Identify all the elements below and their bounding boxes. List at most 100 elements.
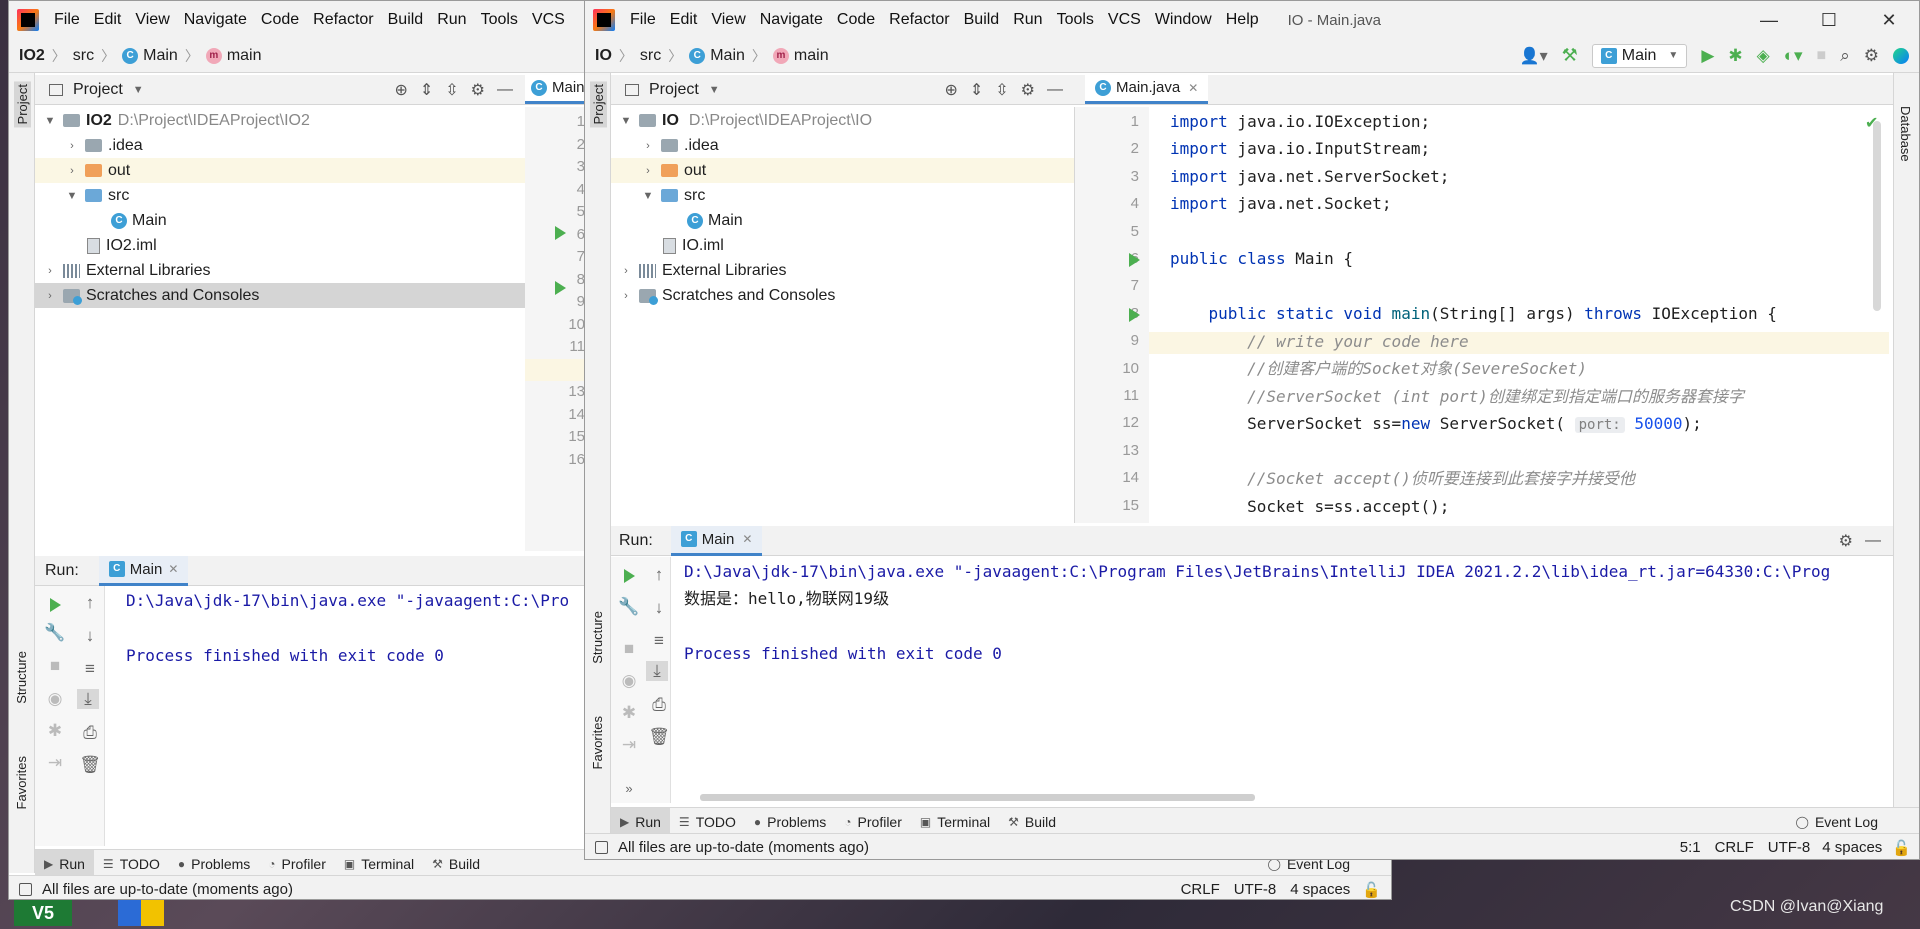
front-side-project[interactable]: Project bbox=[590, 81, 607, 128]
menu-build[interactable]: Build bbox=[957, 1, 1007, 39]
status-encoding[interactable]: UTF-8 bbox=[1234, 881, 1277, 898]
menu-view[interactable]: View bbox=[704, 1, 752, 39]
minimize-icon[interactable]: — bbox=[1047, 81, 1063, 99]
taskbar-shield-icon[interactable] bbox=[118, 900, 164, 926]
taskbar-app-badge[interactable]: V5 bbox=[14, 900, 72, 926]
status-crlf[interactable]: CRLF bbox=[1715, 839, 1754, 856]
menu-view[interactable]: View bbox=[128, 1, 176, 39]
menu-refactor[interactable]: Refactor bbox=[306, 1, 380, 39]
menu-vcs[interactable]: VCS bbox=[525, 1, 572, 39]
console-horizontal-scrollbar[interactable] bbox=[700, 794, 1255, 801]
menu-edit[interactable]: Edit bbox=[663, 1, 705, 39]
tree-src[interactable]: ▼ src bbox=[35, 183, 525, 208]
status-indent[interactable]: 4 spaces bbox=[1290, 881, 1350, 898]
crumb-class[interactable]: C Main bbox=[122, 47, 178, 65]
tree-root[interactable]: ▼ IO D:\Project\IDEAProject\IO bbox=[611, 108, 1074, 133]
down-arrow-icon[interactable]: ↓ bbox=[648, 598, 670, 618]
tree-root[interactable]: ▼ IO2 D:\Project\IDEAProject\IO2 bbox=[35, 108, 525, 133]
chevron-down-icon[interactable]: ▼ bbox=[133, 84, 144, 96]
close-icon[interactable]: ✕ bbox=[742, 532, 752, 546]
menu-file[interactable]: File bbox=[47, 1, 87, 39]
print-icon[interactable]: ⎙ bbox=[79, 723, 101, 743]
coverage-icon[interactable]: ◈ bbox=[1757, 46, 1770, 66]
up-arrow-icon[interactable]: ↑ bbox=[79, 593, 101, 613]
more-icon[interactable]: » bbox=[618, 781, 640, 796]
editor-scrollbar[interactable] bbox=[1873, 121, 1881, 311]
settings-gear-icon[interactable]: ⚙ bbox=[1864, 46, 1879, 66]
stop-icon[interactable]: ■ bbox=[44, 656, 66, 676]
minimize-icon[interactable]: — bbox=[497, 81, 513, 99]
back-side-structure[interactable]: Structure bbox=[14, 651, 29, 704]
code-editor[interactable]: import java.io.IOException; import java.… bbox=[1170, 111, 1885, 523]
tree-iml[interactable]: IO.iml bbox=[611, 233, 1074, 258]
locate-icon[interactable]: ⊕ bbox=[944, 80, 957, 100]
crumb-method[interactable]: m main bbox=[772, 47, 829, 65]
run-config-selector[interactable]: C Main ▼ bbox=[1591, 43, 1688, 68]
back-editor-tab-main[interactable]: C Main bbox=[525, 74, 591, 104]
bottom-tab-profiler[interactable]: ◔ Profiler bbox=[835, 808, 911, 836]
menu-window[interactable]: Window bbox=[1148, 1, 1219, 39]
lock-icon[interactable]: 🔓 bbox=[1892, 839, 1911, 857]
tree-main[interactable]: C Main bbox=[35, 208, 525, 233]
profile-icon[interactable]: ◐▾ bbox=[1784, 46, 1803, 66]
menu-refactor[interactable]: Refactor bbox=[882, 1, 956, 39]
project-panel-title[interactable]: Project bbox=[73, 81, 123, 99]
menu-run[interactable]: Run bbox=[430, 1, 473, 39]
print-icon[interactable]: ⎙ bbox=[648, 695, 670, 715]
chevron-down-icon[interactable]: ▼ bbox=[709, 84, 720, 96]
crumb-src[interactable]: src bbox=[640, 47, 661, 65]
up-arrow-icon[interactable]: ↑ bbox=[648, 565, 670, 585]
run-gutter-icon[interactable] bbox=[555, 226, 566, 240]
close-window-button[interactable]: ✕ bbox=[1859, 1, 1919, 39]
tree-external-libraries[interactable]: › External Libraries bbox=[35, 258, 525, 283]
close-icon[interactable]: ✕ bbox=[168, 562, 178, 576]
down-arrow-icon[interactable]: ↓ bbox=[79, 626, 101, 646]
menu-code[interactable]: Code bbox=[254, 1, 306, 39]
front-side-favorites[interactable]: Favorites bbox=[590, 716, 605, 769]
bottom-tab-problems[interactable]: ● Problems bbox=[745, 808, 835, 836]
run-icon[interactable]: ▶ bbox=[1701, 46, 1714, 66]
tree-main[interactable]: C Main bbox=[611, 208, 1074, 233]
minimize-icon[interactable]: — bbox=[1865, 532, 1881, 550]
bottom-tab-build[interactable]: ⚒ Build bbox=[423, 850, 489, 878]
tree-out[interactable]: › out bbox=[611, 158, 1074, 183]
camera-icon[interactable]: ◉ bbox=[44, 689, 66, 709]
bottom-tab-problems[interactable]: ● Problems bbox=[169, 850, 259, 878]
menu-navigate[interactable]: Navigate bbox=[753, 1, 830, 39]
gear-icon[interactable]: ⚙ bbox=[1021, 80, 1035, 100]
exit-icon[interactable]: ⇥ bbox=[44, 753, 66, 773]
menu-build[interactable]: Build bbox=[381, 1, 431, 39]
status-caret-position[interactable]: 5:1 bbox=[1680, 839, 1701, 856]
soft-wrap-icon[interactable]: ≡ bbox=[648, 631, 670, 651]
back-side-project[interactable]: Project bbox=[14, 81, 31, 128]
editor-tab-main-java[interactable]: C Main.java ✕ bbox=[1085, 74, 1209, 104]
intellij-logo-icon[interactable] bbox=[593, 9, 615, 31]
tree-external-libraries[interactable]: › External Libraries bbox=[611, 258, 1074, 283]
front-side-structure[interactable]: Structure bbox=[590, 611, 605, 664]
crumb-method[interactable]: m main bbox=[205, 47, 262, 65]
menu-tools[interactable]: Tools bbox=[1050, 1, 1101, 39]
front-side-database[interactable]: Database bbox=[1898, 106, 1913, 162]
plugin-icon[interactable] bbox=[1893, 47, 1909, 64]
scroll-to-end-icon[interactable]: ⤓ bbox=[77, 689, 99, 709]
wrench-icon[interactable]: 🔧 bbox=[44, 623, 66, 643]
run-gutter-icon[interactable] bbox=[555, 281, 566, 295]
collapse-all-icon[interactable]: ⇳ bbox=[445, 80, 458, 100]
tree-iml[interactable]: IO2.iml bbox=[35, 233, 525, 258]
bottom-tab-terminal[interactable]: ▣ Terminal bbox=[911, 808, 999, 836]
tree-idea[interactable]: › .idea bbox=[35, 133, 525, 158]
bug-icon[interactable]: ✱ bbox=[44, 721, 66, 741]
expand-all-icon[interactable]: ⇕ bbox=[420, 80, 433, 100]
rerun-icon[interactable] bbox=[624, 569, 635, 583]
back-side-favorites[interactable]: Favorites bbox=[14, 756, 29, 809]
project-panel-title[interactable]: Project bbox=[649, 81, 699, 99]
crumb-class[interactable]: C Main bbox=[689, 47, 745, 65]
debug-icon[interactable]: ✱ bbox=[1728, 46, 1742, 66]
trash-icon[interactable]: 🗑 bbox=[648, 727, 670, 747]
status-indent[interactable]: 4 spaces bbox=[1822, 839, 1882, 856]
scroll-to-end-icon[interactable]: ⤓ bbox=[646, 661, 668, 681]
menu-vcs[interactable]: VCS bbox=[1101, 1, 1148, 39]
run-tab-main[interactable]: C Main ✕ bbox=[670, 525, 763, 556]
menu-run[interactable]: Run bbox=[1006, 1, 1049, 39]
exit-icon[interactable]: ⇥ bbox=[618, 735, 640, 755]
